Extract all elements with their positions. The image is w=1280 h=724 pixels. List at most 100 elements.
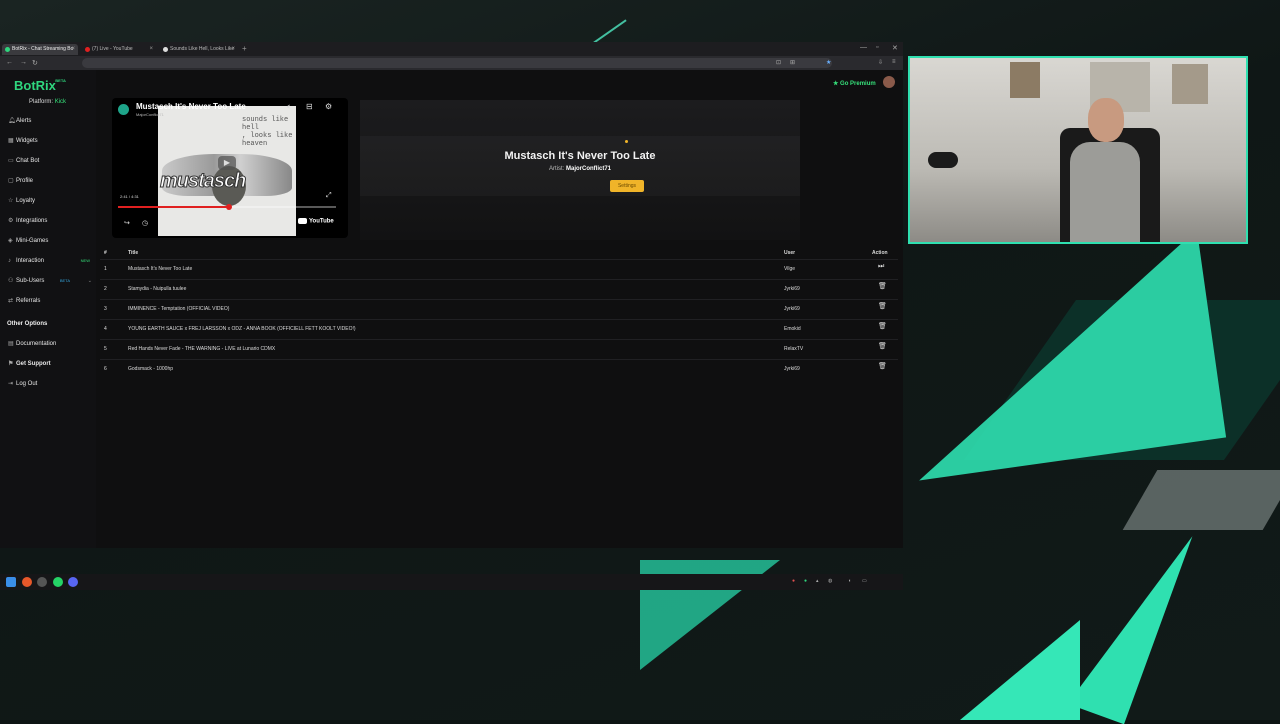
- subtitles-icon[interactable]: ⊟: [306, 102, 313, 111]
- tray-icon[interactable]: ▴: [816, 578, 819, 584]
- table-row: 3 IMMINENCE - Temptation (OFFICIAL VIDEO)…: [100, 299, 898, 320]
- music-icon: ♪: [8, 258, 11, 264]
- song-title: YOUNG EARTH SAUCE x FREJ LARSSON x ODZ -…: [128, 326, 356, 332]
- requested-by: Emokid: [784, 326, 801, 332]
- browser-tab[interactable]: (7) Live - YouTube ×: [82, 44, 156, 55]
- tray-icon[interactable]: ●: [804, 578, 807, 584]
- song-title: Stamydia - Nuipulla tuulee: [128, 286, 187, 292]
- trash-icon[interactable]: 🗑︎: [878, 323, 887, 331]
- botrix-logo[interactable]: BotRix BETA: [14, 78, 66, 93]
- extension-icon[interactable]: ⊡: [776, 59, 781, 66]
- column-header-user: User: [784, 250, 796, 256]
- close-tab-icon[interactable]: ×: [149, 44, 153, 55]
- requested-by: RelaxTV: [784, 346, 804, 352]
- row-number: 5: [104, 346, 107, 352]
- progress-bar[interactable]: [118, 204, 336, 210]
- whatsapp-icon[interactable]: [53, 577, 63, 587]
- sidebar-item-mini-games[interactable]: ◈ Mini-Games: [8, 236, 94, 246]
- watch-later-icon[interactable]: ◷: [142, 219, 148, 227]
- trash-icon[interactable]: 🗑︎: [878, 343, 887, 351]
- close-tab-icon[interactable]: ×: [231, 44, 235, 55]
- address-bar: ← → ↻ ⊡ ⊞ ★ ⇩ ≡: [0, 56, 903, 70]
- channel-avatar[interactable]: [118, 104, 129, 115]
- users-icon: ⚇: [8, 278, 14, 284]
- avatar[interactable]: [883, 76, 895, 88]
- menu-icon[interactable]: ≡: [892, 59, 896, 65]
- page-favicon-icon: [163, 47, 168, 52]
- tab-bar: BotRix - Chat Streaming Bo × (7) Live - …: [0, 42, 903, 63]
- sidebar-item-log-out[interactable]: ⇥ Log Out: [8, 379, 94, 389]
- extension-icon[interactable]: ⊞: [790, 59, 795, 66]
- back-icon[interactable]: ←: [6, 59, 13, 66]
- sidebar-item-referrals[interactable]: ⇄ Referrals: [8, 296, 94, 306]
- plug-icon: ⚙: [8, 218, 14, 224]
- sidebar-item-sub-users[interactable]: ⚇ Sub-Users BETA ⌄: [8, 276, 94, 286]
- row-number: 1: [104, 266, 107, 272]
- tab-label: (7) Live - YouTube: [92, 46, 133, 52]
- song-title: Godsmack - 1000hp: [128, 366, 174, 372]
- reload-icon[interactable]: ↻: [32, 59, 38, 67]
- browser-tab[interactable]: Sounds Like Hell, Looks Like H ×: [160, 44, 238, 63]
- tray-icon[interactable]: ●: [792, 578, 795, 584]
- requested-by: Jyrki69: [784, 306, 800, 312]
- play-button[interactable]: ▶: [218, 156, 236, 170]
- other-options-heading: Other Options: [7, 321, 48, 327]
- chevron-down-icon[interactable]: ⌄: [88, 276, 92, 286]
- share-icon[interactable]: ↪: [124, 219, 130, 227]
- firefox-icon[interactable]: [22, 577, 32, 587]
- browser-tab[interactable]: BotRix - Chat Streaming Bo ×: [2, 44, 78, 55]
- volume-icon[interactable]: 🔈︎: [287, 102, 292, 112]
- close-window-icon[interactable]: ✕: [892, 44, 898, 52]
- video-channel[interactable]: MajorConflict71: [136, 112, 164, 117]
- sidebar-item-alerts[interactable]: 🔔︎Alerts: [8, 116, 94, 126]
- share-icon: ⇄: [8, 298, 14, 304]
- sidebar-item-profile[interactable]: ▢ Profile: [8, 176, 94, 186]
- youtube-logo[interactable]: YouTube: [298, 218, 334, 225]
- skip-icon[interactable]: ⏭: [878, 263, 884, 271]
- forward-icon[interactable]: →: [20, 59, 27, 66]
- sidebar-item-interaction[interactable]: ♪ Interaction NEW: [8, 256, 94, 266]
- sidebar-item-integrations[interactable]: ⚙ Integrations: [8, 216, 94, 226]
- webcam-overlay: [908, 56, 1248, 244]
- cat-poster: [1010, 62, 1040, 98]
- close-tab-icon[interactable]: ×: [71, 44, 75, 55]
- sidebar-item-chat-bot[interactable]: ▭ Chat Bot: [8, 156, 94, 166]
- cat-poster: [1172, 64, 1208, 104]
- sidebar-item-documentation[interactable]: ▤ Documentation: [8, 339, 94, 349]
- volume-tray-icon[interactable]: ◖: [848, 578, 851, 584]
- bell-icon: 🔔︎: [8, 118, 16, 124]
- sidebar-item-get-support[interactable]: ⚑ Get Support: [8, 359, 94, 369]
- minimize-icon[interactable]: —: [860, 44, 867, 51]
- logout-icon: ⇥: [8, 381, 14, 387]
- bookmark-star-icon[interactable]: ★: [826, 59, 831, 66]
- table-row: 2 Stamydia - Nuipulla tuulee Jyrki69 🗑︎: [100, 279, 898, 300]
- download-icon[interactable]: ⇩: [878, 59, 883, 66]
- botrix-favicon-icon: [5, 47, 10, 52]
- windows-start-icon[interactable]: [6, 577, 16, 587]
- trash-icon[interactable]: 🗑︎: [878, 283, 887, 291]
- trash-icon[interactable]: 🗑︎: [878, 303, 887, 311]
- fullscreen-icon[interactable]: ⤢: [326, 192, 332, 200]
- go-premium-link[interactable]: ★ Go Premium: [833, 80, 876, 87]
- settings-gear-icon[interactable]: ⚙: [325, 102, 332, 111]
- network-icon[interactable]: ◍: [828, 578, 832, 584]
- album-cover: sounds like hell , looks like heaven mus…: [158, 106, 296, 236]
- song-title: Red Hands Never Fade - THE WARNING - LIV…: [128, 346, 276, 352]
- trash-icon[interactable]: 🗑︎: [878, 363, 887, 371]
- taskbar: ● ● ▴ ◍ ◖ ▭: [0, 574, 903, 590]
- new-tab-button[interactable]: +: [242, 44, 247, 54]
- maximize-icon[interactable]: ▫: [876, 44, 878, 51]
- battery-icon[interactable]: ▭: [862, 578, 867, 584]
- browser-window: BotRix - Chat Streaming Bo × (7) Live - …: [0, 42, 903, 590]
- settings-button[interactable]: Settings: [610, 180, 644, 192]
- sidebar-item-loyalty[interactable]: ☆ Loyalty: [8, 196, 94, 206]
- sidebar-item-widgets[interactable]: ▦ Widgets: [8, 136, 94, 146]
- discord-icon[interactable]: [68, 577, 78, 587]
- now-playing-title: Mustasch It's Never Too Late: [504, 150, 656, 162]
- url-input[interactable]: [82, 58, 832, 68]
- status-dot: [625, 140, 628, 143]
- video-title[interactable]: Mustasch It's Never Too Late: [136, 102, 246, 111]
- settings-icon[interactable]: [37, 577, 47, 587]
- column-header-title: Title: [128, 250, 139, 256]
- beta-badge: BETA: [59, 278, 70, 283]
